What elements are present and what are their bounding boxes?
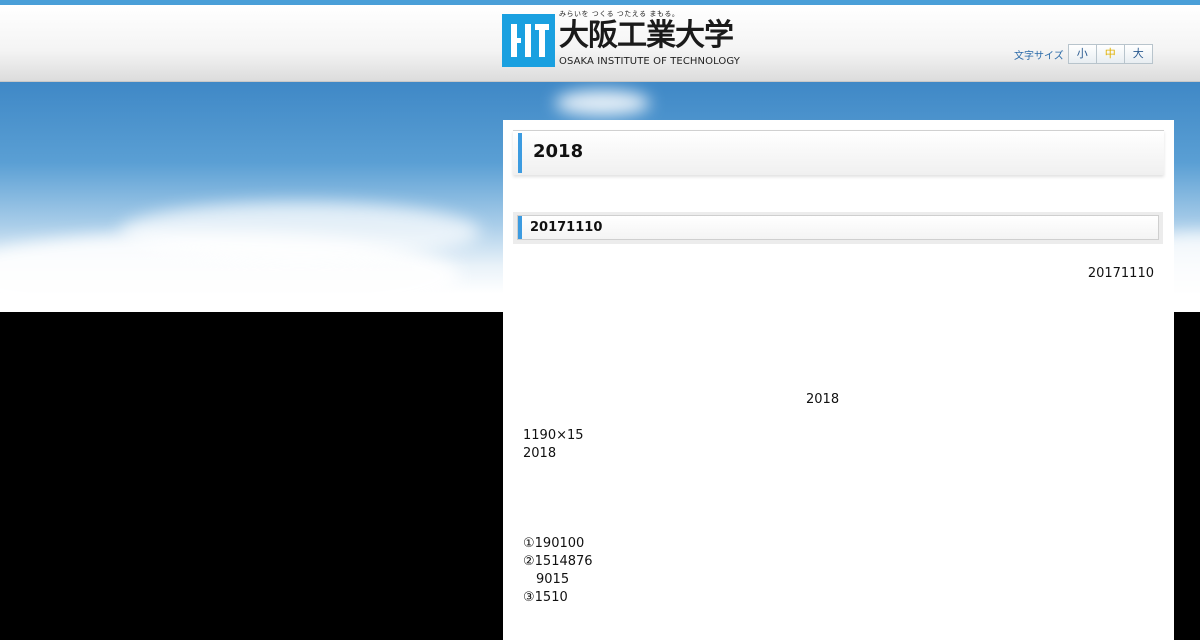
oit-logo-mark-icon xyxy=(502,14,555,67)
font-size-small-button[interactable]: 小 xyxy=(1067,44,1097,64)
section-heading-text: 20171110 xyxy=(530,220,603,235)
list-item: 9015 xyxy=(536,572,570,587)
post-date: 20171110 xyxy=(1087,266,1154,281)
center-text: 2018 xyxy=(806,392,840,407)
logo-name-en: OSAKA INSTITUTE OF TECHNOLOGY xyxy=(559,56,740,67)
body-line: 1190×15 xyxy=(523,428,584,443)
site-header: みらいを つくる つたえる まもる。 大阪工業大学 OSAKA INSTITUT… xyxy=(0,5,1200,82)
list-item: ③1510 xyxy=(523,590,568,605)
university-logo[interactable]: みらいを つくる つたえる まもる。 大阪工業大学 OSAKA INSTITUT… xyxy=(502,9,747,71)
list-item: ①190100 xyxy=(523,536,585,551)
font-size-medium-button[interactable]: 中 xyxy=(1095,44,1125,64)
font-size-large-button[interactable]: 大 xyxy=(1123,44,1153,64)
main-content: 2018 20171110 20171110 2018 1190×15 2018… xyxy=(503,120,1174,640)
list-item: ②1514876 xyxy=(523,554,593,569)
page-title-text: 2018 xyxy=(533,141,584,162)
font-size-switcher: 文字サイズ 小 中 大 xyxy=(1014,44,1153,64)
logo-name-jp: 大阪工業大学 xyxy=(559,18,734,53)
section-heading: 20171110 xyxy=(513,212,1163,244)
font-size-label: 文字サイズ xyxy=(1014,50,1064,62)
body-line: 2018 xyxy=(523,446,557,461)
page-title: 2018 xyxy=(513,130,1164,175)
